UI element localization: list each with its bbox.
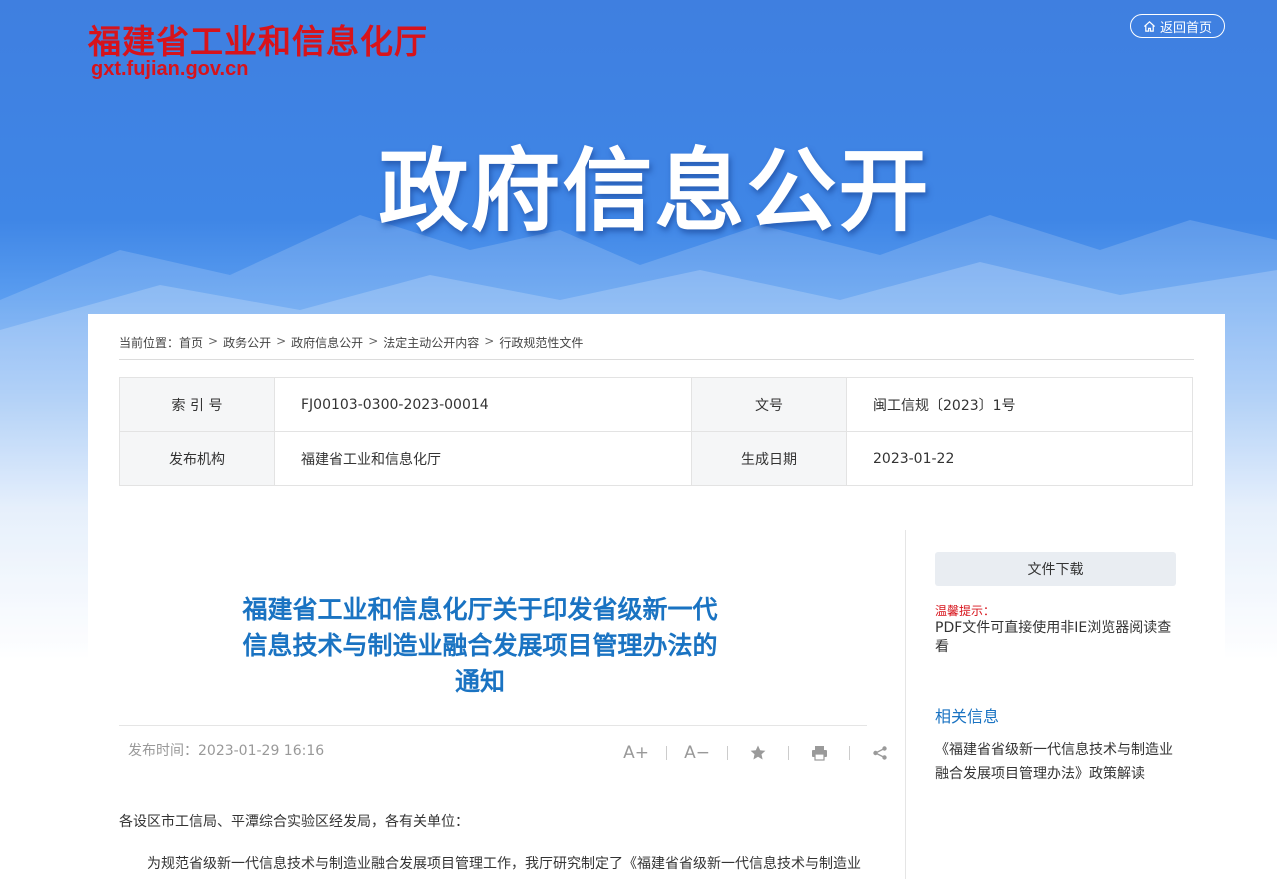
breadcrumb-separator: > <box>208 334 219 348</box>
toolbar-divider <box>788 746 789 760</box>
article-title-line: 通知 <box>454 667 505 696</box>
breadcrumb-separator: > <box>484 334 495 348</box>
print-icon <box>811 746 827 761</box>
breadcrumb-item-home[interactable]: 首页 <box>179 334 203 351</box>
toolbar-divider <box>727 746 728 760</box>
publish-time: 发布时间：2023-01-29 16:16 <box>128 743 325 759</box>
meta-row: 索 引 号 FJ00103-0300-2023-00014 文号 闽工信规〔20… <box>119 377 1193 432</box>
breadcrumb-item-regulations[interactable]: 行政规范性文件 <box>499 334 583 351</box>
column-divider <box>905 530 906 879</box>
main-content: 当前位置： 首页 > 政务公开 > 政府信息公开 > 法定主动公开内容 > 行政… <box>88 314 1225 879</box>
docno-label: 文号 <box>691 377 847 432</box>
article-title-line: 信息技术与制造业融合发展项目管理办法的 <box>242 631 718 660</box>
font-increase-button[interactable]: A+ <box>618 743 654 763</box>
index-value: FJ00103-0300-2023-00014 <box>274 377 692 432</box>
breadcrumb-prefix: 当前位置： <box>119 336 180 350</box>
breadcrumb-separator: > <box>276 334 287 348</box>
breadcrumb-item-gov-info[interactable]: 政府信息公开 <box>291 334 363 351</box>
print-button[interactable] <box>801 745 837 761</box>
share-button[interactable] <box>862 745 898 761</box>
share-icon <box>873 746 887 760</box>
tip-title: 温馨提示： <box>935 604 996 618</box>
issuer-value: 福建省工业和信息化厅 <box>274 431 692 486</box>
date-label: 生成日期 <box>691 431 847 486</box>
site-logo[interactable]: 福建省工业和信息化厅 <box>88 15 428 63</box>
document-meta-table: 索 引 号 FJ00103-0300-2023-00014 文号 闽工信规〔20… <box>119 377 1193 486</box>
issuer-label: 发布机构 <box>119 431 275 486</box>
tip-text: PDF文件可直接使用非IE浏览器阅读查看 <box>935 620 1172 655</box>
font-decrease-button[interactable]: A− <box>679 743 715 763</box>
toolbar-divider <box>849 746 850 760</box>
breadcrumb: 当前位置： 首页 > 政务公开 > 政府信息公开 > 法定主动公开内容 > 行政… <box>119 334 1194 360</box>
home-icon <box>1143 20 1155 32</box>
meta-row: 发布机构 福建省工业和信息化厅 生成日期 2023-01-22 <box>119 431 1193 486</box>
file-download-button[interactable]: 文件下载 <box>935 552 1176 586</box>
toolbar-divider <box>666 746 667 760</box>
related-info-link[interactable]: 《福建省省级新一代信息技术与制造业融合发展项目管理办法》政策解读 <box>935 738 1180 786</box>
breadcrumb-item-affairs[interactable]: 政务公开 <box>223 334 271 351</box>
article-title: 福建省工业和信息化厅关于印发省级新一代 信息技术与制造业融合发展项目管理办法的 … <box>200 592 760 700</box>
index-label: 索 引 号 <box>119 377 275 432</box>
article-title-line: 福建省工业和信息化厅关于印发省级新一代 <box>242 595 718 624</box>
favorite-button[interactable] <box>740 744 776 762</box>
related-info-title: 相关信息 <box>935 707 1000 726</box>
article-salutation: 各设区市工信局、平潭综合实验区经发局，各有关单位： <box>119 814 469 830</box>
star-icon <box>750 745 766 760</box>
date-value: 2023-01-22 <box>846 431 1193 486</box>
docno-value: 闽工信规〔2023〕1号 <box>846 377 1193 432</box>
breadcrumb-item-statutory[interactable]: 法定主动公开内容 <box>383 334 479 351</box>
home-link[interactable]: 返回首页 <box>1130 14 1225 38</box>
site-domain[interactable]: gxt.fujian.gov.cn <box>91 58 248 81</box>
article-toolbar: A+ A− <box>618 741 898 765</box>
banner-title: 政府信息公开 <box>378 139 931 244</box>
article-paragraph: 为规范省级新一代信息技术与制造业融合发展项目管理工作，我厅研究制定了《福建省省级… <box>147 856 861 872</box>
breadcrumb-separator: > <box>368 334 379 348</box>
title-divider <box>119 725 867 726</box>
home-link-label: 返回首页 <box>1159 20 1212 36</box>
